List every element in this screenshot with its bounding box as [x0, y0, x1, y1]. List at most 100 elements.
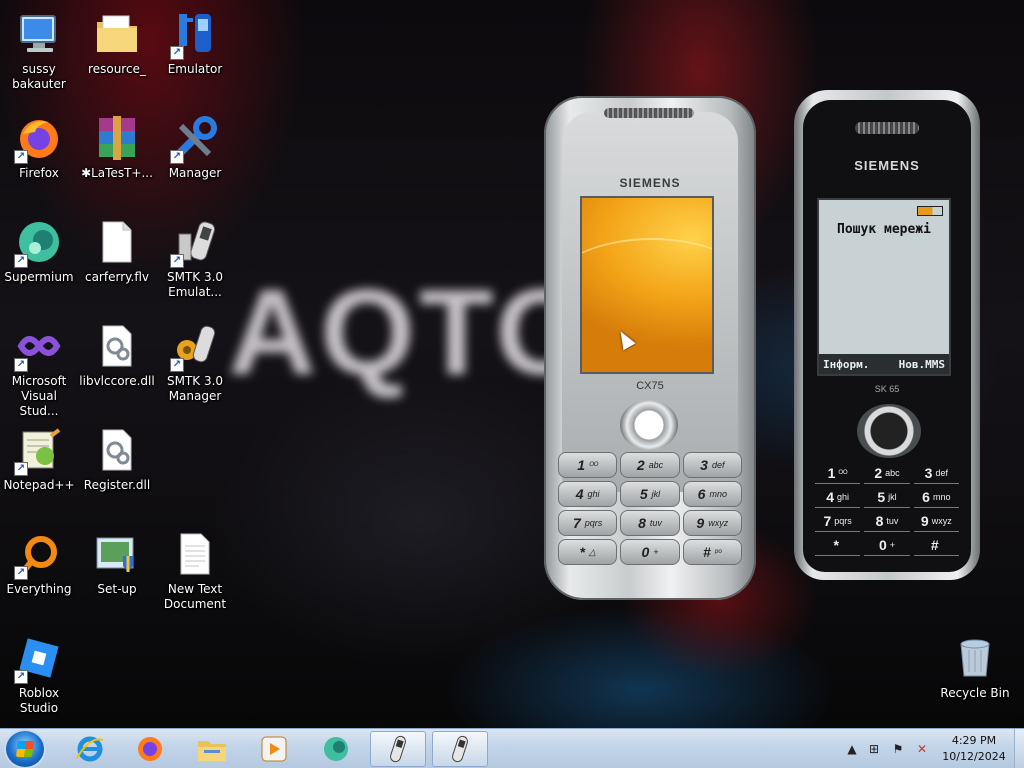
phone-emulator-cx75[interactable]: SIEMENS CX75 1 ᴼᴼ 2 abc 3 def 4 ghi 5 jkl 6 mn…	[544, 96, 756, 600]
setup-icon	[93, 530, 141, 578]
visual-studio-icon: ↗	[14, 322, 63, 372]
dll-icon	[93, 426, 141, 474]
desktop-icon-supermium[interactable]: ↗ Supermium	[0, 212, 78, 285]
key-6[interactable]: 6 mno	[913, 486, 959, 508]
smtk-emulator-window-icon	[390, 735, 406, 763]
everything-icon: ↗	[14, 530, 63, 580]
key-hash[interactable]: #	[913, 534, 959, 556]
action-center-flag-icon[interactable]: ⚑	[890, 741, 906, 757]
desktop-icon-computer[interactable]: sussy bakauter	[0, 4, 78, 92]
file-icon	[93, 218, 141, 266]
supermium-icon: ↗	[14, 218, 63, 268]
key-hash[interactable]: # ᵖᵒ	[682, 539, 742, 565]
key-5[interactable]: 5 jkl	[864, 486, 910, 508]
media-player-icon	[261, 736, 287, 762]
key-4[interactable]: 4 ghi	[558, 481, 618, 507]
keypad: 1 ᴼᴼ 2 abc 3 def 4 ghi 5 jkl 6 mno 7 pqrs 8 tuv …	[558, 452, 742, 565]
shortcut-arrow-icon: ↗	[14, 254, 28, 268]
softkey-bar: Інформ. Нов.MMS	[819, 354, 949, 374]
system-clock[interactable]: 4:29 PM 10/12/2024	[940, 733, 1008, 765]
shortcut-arrow-icon: ↗	[14, 670, 28, 684]
navigation-joystick[interactable]	[857, 404, 921, 458]
phone-brand: SIEMENS	[854, 158, 920, 173]
key-6[interactable]: 6 mno	[682, 481, 742, 507]
taskbar-firefox[interactable]	[122, 731, 178, 767]
phone-emulator-sk65[interactable]: SIEMENS Пошук мережі Інформ. Нов.MMS SK …	[794, 90, 980, 580]
key-2[interactable]: 2 abc	[620, 452, 680, 478]
show-hidden-icons-chevron-icon[interactable]: ▲	[844, 741, 860, 757]
key-0[interactable]: 0 +	[864, 534, 910, 556]
battery-icon	[917, 206, 943, 216]
wallpaper-text: AQTO	[228, 264, 595, 400]
key-7[interactable]: 7 pqrs	[815, 510, 861, 532]
key-4[interactable]: 4 ghi	[815, 486, 861, 508]
desktop-icon-roblox-studio[interactable]: ↗ Roblox Studio	[0, 628, 78, 716]
taskbar-smtk-emulator-window-1[interactable]	[370, 731, 426, 767]
key-8[interactable]: 8 tuv	[620, 510, 680, 536]
desktop-icon-notepadpp[interactable]: ↗ Notepad++	[0, 420, 78, 493]
phone-emulator-icon: ↗	[170, 10, 219, 60]
phone-screen[interactable]	[580, 196, 714, 374]
navigation-joystick[interactable]	[620, 400, 678, 450]
desktop-icon-carferry-file[interactable]: carferry.flv	[78, 212, 156, 285]
desktop: AQTO sussy bakauter ↗ Firefox ↗ Supermiu…	[0, 0, 1024, 728]
dll-icon	[93, 322, 141, 370]
phone-model: SK 65	[874, 384, 900, 394]
taskbar-file-explorer[interactable]	[184, 731, 240, 767]
key-7[interactable]: 7 pqrs	[558, 510, 618, 536]
computer-icon	[15, 10, 63, 58]
key-9[interactable]: 9 wxyz	[682, 510, 742, 536]
shortcut-arrow-icon: ↗	[14, 358, 28, 372]
taskbar-media-player[interactable]	[246, 731, 302, 767]
phone-screen[interactable]: Пошук мережі Інформ. Нов.MMS	[817, 198, 951, 376]
internet-explorer-icon	[76, 736, 104, 762]
desktop-icon-emulator[interactable]: ↗ Emulator	[156, 4, 234, 77]
clock-time: 4:29 PM	[951, 734, 997, 747]
key-5[interactable]: 5 jkl	[620, 481, 680, 507]
key-9[interactable]: 9 wxyz	[913, 510, 959, 532]
manager-tools-icon: ↗	[170, 114, 219, 164]
softkey-left-label[interactable]: Інформ.	[823, 358, 869, 371]
key-star[interactable]: * △	[558, 539, 618, 565]
desktop-icon-resource-folder[interactable]: resource_	[78, 4, 156, 77]
desktop-icon-smtk-emulator[interactable]: ↗ SMTK 3.0 Emulat...	[156, 212, 234, 300]
desktop-icon-visual-studio[interactable]: ↗ Microsoft Visual Stud...	[0, 316, 78, 419]
roblox-studio-icon: ↗	[14, 634, 63, 684]
volume-muted-icon[interactable]: ✕	[914, 741, 930, 757]
key-star[interactable]: *	[815, 534, 861, 556]
desktop-icon-new-text-document[interactable]: New Text Document	[156, 524, 234, 612]
key-2[interactable]: 2 abc	[864, 462, 910, 484]
key-1[interactable]: 1 ᴼᴼ	[558, 452, 618, 478]
desktop-icon-firefox[interactable]: ↗ Firefox	[0, 108, 78, 181]
shortcut-arrow-icon: ↗	[170, 254, 184, 268]
shortcut-arrow-icon: ↗	[170, 358, 184, 372]
network-icon[interactable]: ⊞	[866, 741, 882, 757]
show-desktop-button[interactable]	[1014, 729, 1024, 768]
taskbar-internet-explorer[interactable]	[62, 731, 118, 767]
desktop-icon-register-dll[interactable]: Register.dll	[78, 420, 156, 493]
earpiece-speaker	[855, 122, 919, 134]
taskbar-smtk-emulator-window-2[interactable]	[432, 731, 488, 767]
desktop-icon-smtk-manager[interactable]: ↗ SMTK 3.0 Manager	[156, 316, 234, 404]
key-3[interactable]: 3 def	[913, 462, 959, 484]
key-1[interactable]: 1 ᴼᴼ	[815, 462, 861, 484]
key-3[interactable]: 3 def	[682, 452, 742, 478]
desktop-icon-recycle-bin[interactable]: Recycle Bin	[936, 628, 1014, 701]
softkey-right-label[interactable]: Нов.MMS	[899, 358, 945, 371]
start-button[interactable]	[6, 731, 44, 767]
desktop-icon-manager[interactable]: ↗ Manager	[156, 108, 234, 181]
desktop-icon-setup[interactable]: Set-up	[78, 524, 156, 597]
key-0[interactable]: 0 +	[620, 539, 680, 565]
file-explorer-icon	[198, 741, 226, 761]
key-8[interactable]: 8 tuv	[864, 510, 910, 532]
taskbar-supermium[interactable]	[308, 731, 364, 767]
desktop-icon-winrar-archive[interactable]: ✱LaTesT+...	[78, 108, 156, 181]
folder-icon	[93, 10, 141, 58]
shortcut-arrow-icon: ↗	[14, 566, 28, 580]
shortcut-arrow-icon: ↗	[170, 46, 184, 60]
winrar-icon	[93, 114, 141, 162]
desktop-icon-everything[interactable]: ↗ Everything	[0, 524, 78, 597]
desktop-icon-libvlccore-dll[interactable]: libvlccore.dll	[78, 316, 156, 389]
supermium-icon	[324, 737, 348, 761]
firefox-icon: ↗	[14, 114, 63, 164]
